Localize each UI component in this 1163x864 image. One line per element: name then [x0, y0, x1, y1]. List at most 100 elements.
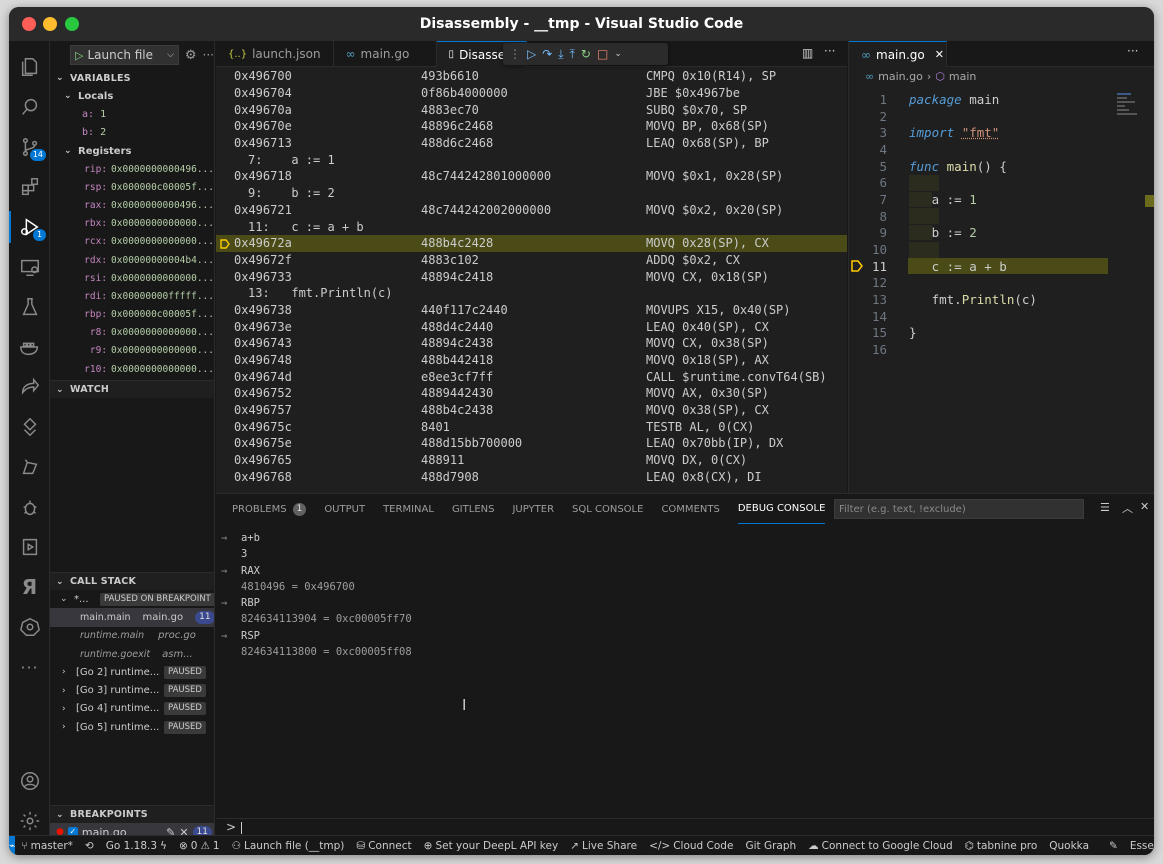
- testing-icon[interactable]: [9, 287, 50, 327]
- tab-sql-console[interactable]: SQL CONSOLE: [572, 494, 643, 524]
- repl-input[interactable]: >: [216, 818, 1154, 836]
- extensions-icon[interactable]: [9, 167, 50, 207]
- instruction-row[interactable]: 0x49670e 48896c2468 MOVQ BP, 0x68(SP): [216, 118, 847, 135]
- tab-main-go-right[interactable]: ∞ main.go ✕: [849, 41, 947, 67]
- sync-status[interactable]: ⟲: [79, 840, 100, 852]
- instruction-row[interactable]: 0x496700 493b6610 CMPQ 0x10(R14), SP: [216, 68, 847, 85]
- instruction-row[interactable]: 0x496752 4889442430 MOVQ AX, 0x30(SP): [216, 385, 847, 402]
- debug-bug-icon[interactable]: [9, 487, 50, 527]
- start-debug-icon[interactable]: ▷: [75, 49, 83, 62]
- liveshare-status[interactable]: ↗ Live Share: [564, 840, 643, 852]
- breakpoint-checkbox[interactable]: ✓: [67, 827, 78, 835]
- docker-icon[interactable]: [9, 327, 50, 367]
- locals-header[interactable]: ⌄ Locals: [50, 87, 214, 105]
- watch-header[interactable]: ⌄ WATCH: [50, 380, 214, 399]
- variables-header[interactable]: ⌄ VARIABLES: [50, 69, 214, 87]
- more-actions-icon[interactable]: ···: [824, 44, 835, 58]
- tabnine-status[interactable]: ⌬ tabnine pro: [959, 840, 1044, 852]
- branch-status[interactable]: ⑂ master*: [15, 840, 79, 852]
- step-out-icon[interactable]: ⤒: [570, 47, 575, 62]
- register-row[interactable]: rdx: 0x00000000004b4...: [50, 251, 214, 269]
- close-icon[interactable]: ✕: [179, 826, 188, 836]
- gitgraph-status[interactable]: Git Graph: [739, 840, 802, 852]
- tab-output[interactable]: OUTPUT: [324, 494, 365, 524]
- breadcrumb-file[interactable]: main.go: [878, 70, 923, 83]
- variable-row[interactable]: b: 2: [50, 123, 214, 141]
- breadcrumb-symbol[interactable]: main: [949, 70, 976, 83]
- register-row[interactable]: rdi: 0x00000000fffff...: [50, 287, 214, 305]
- variable-row[interactable]: a: 1: [50, 105, 214, 123]
- disassembly-view[interactable]: 0x496700 493b6610 CMPQ 0x10(R14), SP 0x4967…: [216, 68, 847, 493]
- restart-icon[interactable]: ↻: [581, 47, 591, 61]
- tab-jupyter[interactable]: JUPYTER: [512, 494, 554, 524]
- register-row[interactable]: r9: 0x0000000000000...: [50, 342, 214, 360]
- close-tab-icon[interactable]: ✕: [935, 48, 944, 61]
- tabnine-icon[interactable]: [9, 447, 50, 487]
- tab-main-go[interactable]: ∞ main.go: [334, 41, 437, 67]
- yandex-icon[interactable]: Я: [9, 567, 50, 607]
- instruction-row[interactable]: 0x496721 48c744242002000000 MOVQ $0x2, 0x2…: [216, 202, 847, 219]
- register-row[interactable]: rbp: 0x000000c00005f...: [50, 306, 214, 324]
- user-status[interactable]: Essex♡: [1124, 840, 1154, 852]
- minimize-window-button[interactable]: [43, 17, 57, 31]
- source-control-icon[interactable]: 14: [9, 127, 50, 167]
- cloudcode-status[interactable]: </> Cloud Code: [643, 840, 739, 852]
- launch-status[interactable]: ⚇ Launch file (__tmp): [226, 840, 351, 852]
- instruction-row[interactable]: 0x496713 488d6c2468 LEAQ 0x68(SP), BP: [216, 135, 847, 152]
- kubernetes-icon[interactable]: [9, 607, 50, 647]
- tab-gitlens[interactable]: GITLENS: [452, 494, 495, 524]
- register-row[interactable]: rip: 0x0000000000496...: [50, 160, 214, 178]
- run-icon[interactable]: [9, 527, 50, 567]
- register-row[interactable]: rax: 0x0000000000496...: [50, 196, 214, 214]
- deepl-status[interactable]: ⊕ Set your DeepL API key: [418, 840, 565, 852]
- chevron-down-icon[interactable]: ⌄: [614, 49, 622, 59]
- feedback-status[interactable]: ✎: [1103, 840, 1124, 852]
- more-actions-icon[interactable]: ···: [1127, 44, 1138, 58]
- instruction-row[interactable]: 0x49675c 8401 TESTB AL, 0(CX): [216, 418, 847, 435]
- instruction-row[interactable]: 0x496718 48c744242801000000 MOVQ $0x1, 0x2…: [216, 168, 847, 185]
- git-graph-icon[interactable]: [9, 407, 50, 447]
- goroutine-row[interactable]: › [Go 5] runtime.... PAUSED: [50, 718, 214, 736]
- instruction-row[interactable]: 0x49675e 488d15bb700000 LEAQ 0x70bb(IP), D…: [216, 435, 847, 452]
- close-window-button[interactable]: [22, 17, 36, 31]
- instruction-row[interactable]: 0x49673e 488d4c2440 LEAQ 0x40(SP), CX: [216, 318, 847, 335]
- gear-icon[interactable]: ⚙: [185, 48, 197, 63]
- tab-problems[interactable]: PROBLEMS 1: [232, 494, 307, 524]
- register-row[interactable]: r10: 0x0000000000000...: [50, 360, 214, 378]
- launch-config-select[interactable]: ▷ Launch file ⌵: [70, 45, 179, 65]
- tab-terminal[interactable]: TERMINAL: [383, 494, 434, 524]
- instruction-row[interactable]: 0x496738 440f117c2440 MOVUPS X15, 0x40(SP): [216, 302, 847, 319]
- problems-status[interactable]: ⊗ 0 ⚠ 1: [173, 840, 226, 852]
- instruction-row[interactable]: 0x49670a 4883ec70 SUBQ $0x70, SP: [216, 101, 847, 118]
- register-row[interactable]: rbx: 0x0000000000000...: [50, 215, 214, 233]
- gcloud-status[interactable]: ☁ Connect to Google Cloud: [802, 840, 959, 852]
- register-row[interactable]: r8: 0x0000000000000...: [50, 324, 214, 342]
- stack-frame-row[interactable]: main.main main.go 11: [50, 608, 214, 627]
- account-icon[interactable]: [9, 761, 50, 801]
- continue-icon[interactable]: ▷: [527, 47, 536, 61]
- breakpoint-row[interactable]: ● ✓ main.go ✎ ✕ 11: [50, 823, 214, 836]
- maximize-panel-icon[interactable]: ︿: [1122, 500, 1133, 516]
- run-debug-icon[interactable]: 1: [9, 207, 50, 247]
- thread-row[interactable]: ⌄ *... PAUSED ON BREAKPOINT: [50, 590, 214, 608]
- instruction-row[interactable]: 0x496704 0f86b4000000 JBE $0x4967be: [216, 85, 847, 102]
- split-editor-icon[interactable]: ▥: [802, 46, 813, 60]
- registers-header[interactable]: ⌄ Registers: [50, 142, 214, 160]
- search-icon[interactable]: [9, 87, 50, 127]
- instruction-row[interactable]: 0x496765 488911 MOVQ DX, 0(CX): [216, 452, 847, 469]
- connect-status[interactable]: ⛁ Connect: [350, 840, 417, 852]
- tab-debug-console[interactable]: DEBUG CONSOLE: [737, 494, 826, 524]
- instruction-row[interactable]: 0x49672f 4883c102 ADDQ $0x2, CX: [216, 252, 847, 269]
- more-actions-icon[interactable]: ···: [203, 48, 214, 62]
- drag-handle-icon[interactable]: ⋮: [509, 47, 521, 61]
- callstack-header[interactable]: ⌄ CALL STACK: [50, 572, 214, 590]
- stack-frame-row[interactable]: runtime.main proc.go: [50, 627, 214, 645]
- clear-console-icon[interactable]: ☰: [1100, 501, 1110, 514]
- close-panel-icon[interactable]: ✕: [1140, 500, 1149, 513]
- breakpoints-header[interactable]: ⌄ BREAKPOINTS: [50, 805, 214, 823]
- go-version-status[interactable]: Go 1.18.3 ϟ: [100, 840, 173, 852]
- step-into-icon[interactable]: ⤓: [558, 47, 563, 62]
- maximize-window-button[interactable]: [65, 17, 79, 31]
- quokka-status[interactable]: Quokka: [1043, 840, 1095, 852]
- stack-frame-row[interactable]: runtime.goexit asm...: [50, 645, 214, 663]
